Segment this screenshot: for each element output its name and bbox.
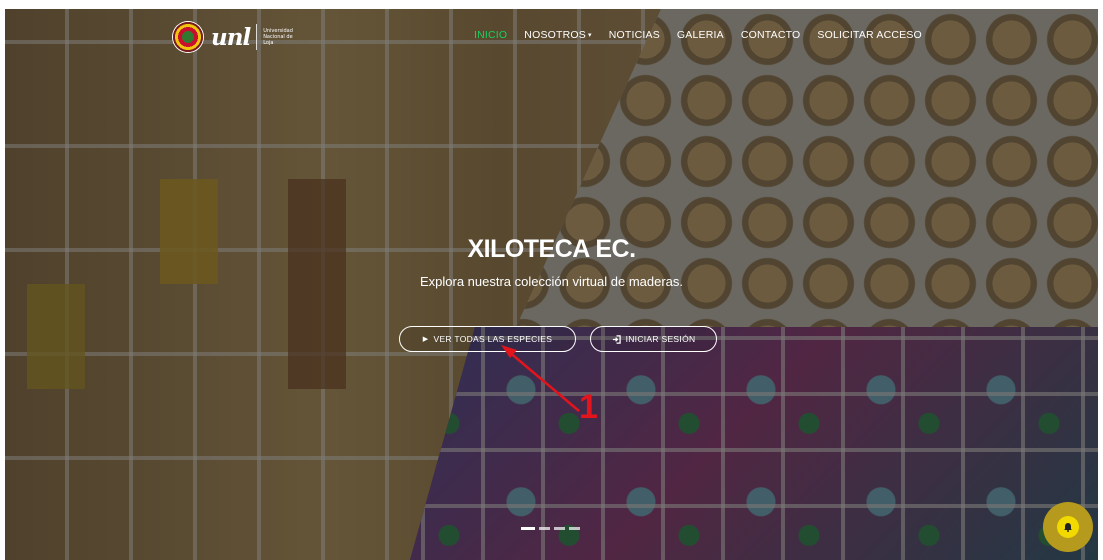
university-crest-icon <box>173 22 203 52</box>
notification-button[interactable] <box>1043 502 1093 552</box>
nav-item-noticias[interactable]: NOTICIAS <box>609 29 660 41</box>
logo-divider <box>256 24 258 50</box>
button-label: INICIAR SESIÓN <box>625 334 696 344</box>
carousel-indicator[interactable] <box>554 527 565 530</box>
hero-banner: unl Universidad Nacional de Loja INICIO … <box>5 9 1098 560</box>
nav-item-inicio[interactable]: INICIO <box>474 29 507 41</box>
nav-item-label: NOSOTROS <box>524 29 586 41</box>
hero-subtitle: Explora nuestra colección virtual de mad… <box>419 274 684 289</box>
main-nav: INICIO NOSOTROS ▾ NOTICIAS GALERIA CONTAC… <box>474 29 939 41</box>
carousel-indicators <box>521 527 584 530</box>
view-all-species-button[interactable]: ▶ VER TODAS LAS ESPECIES <box>399 326 576 352</box>
hero-title: XILOTECA EC. <box>467 235 636 263</box>
carousel-indicator[interactable] <box>521 527 535 530</box>
carousel-indicator[interactable] <box>539 527 550 530</box>
play-icon: ▶ <box>422 336 429 343</box>
login-button[interactable]: INICIAR SESIÓN <box>590 326 717 352</box>
nav-item-nosotros[interactable]: NOSOTROS ▾ <box>524 29 591 41</box>
nav-item-galeria[interactable]: GALERIA <box>677 29 724 41</box>
university-logo[interactable]: unl Universidad Nacional de Loja <box>173 21 293 53</box>
bell-icon <box>1064 523 1072 532</box>
carousel-indicator[interactable] <box>569 527 580 530</box>
notification-badge <box>1057 516 1079 538</box>
sign-in-icon <box>612 334 621 344</box>
button-label: VER TODAS LAS ESPECIES <box>433 334 553 344</box>
nav-item-solicitar-acceso[interactable]: SOLICITAR ACCESO <box>817 29 922 41</box>
annotation-number: 1 <box>579 388 598 426</box>
unl-wordmark: unl <box>211 23 251 51</box>
university-name: Universidad Nacional de Loja <box>263 28 293 46</box>
caret-down-icon: ▾ <box>588 32 592 39</box>
nav-item-contacto[interactable]: CONTACTO <box>741 29 801 41</box>
